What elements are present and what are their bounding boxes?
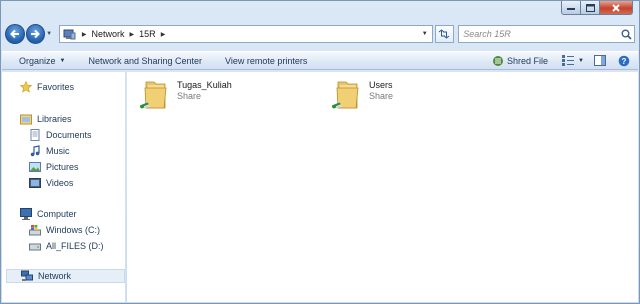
- organize-menu[interactable]: Organize ▼: [2, 56, 74, 66]
- navigation-pane: Favorites Libraries Documents Music Pict…: [2, 72, 126, 302]
- item-name: Tugas_Kuliah: [177, 80, 232, 90]
- breadcrumb-separator[interactable]: ▶: [130, 31, 135, 38]
- documents-icon: [29, 129, 41, 141]
- explorer-window: ▼ ▶ Network ▶ 15R ▶ ▼ Search 15R Organiz…: [0, 0, 640, 304]
- maximize-button[interactable]: [581, 1, 600, 15]
- item-text: Tugas_Kuliah Share: [177, 80, 232, 102]
- item-text: Users Share: [369, 80, 393, 102]
- pictures-icon: [29, 161, 41, 173]
- back-arrow-icon: [9, 29, 19, 39]
- hard-drive-icon: [29, 240, 41, 252]
- help-icon: ?: [618, 55, 630, 66]
- music-icon: [29, 145, 41, 157]
- refresh-icon: [439, 29, 450, 39]
- shred-label: Shred File: [507, 55, 549, 66]
- search-input[interactable]: Search 15R: [458, 25, 635, 43]
- change-view-button[interactable]: ▼: [556, 55, 590, 66]
- address-dropdown[interactable]: ▼: [418, 26, 432, 42]
- address-bar[interactable]: ▶ Network ▶ 15R ▶ ▼: [58, 25, 433, 43]
- command-bar: Organize ▼ Network and Sharing Center Vi…: [2, 51, 638, 70]
- sidebar-item-label: Documents: [46, 130, 92, 140]
- view-options-icon: [562, 55, 575, 66]
- network-sharing-center-button[interactable]: Network and Sharing Center: [74, 56, 211, 66]
- sharing-center-label: Network and Sharing Center: [88, 55, 203, 66]
- refresh-button[interactable]: [434, 25, 455, 43]
- item-type: Share: [369, 91, 394, 101]
- forward-arrow-icon: [31, 29, 41, 39]
- shared-folder-icon: [331, 81, 359, 109]
- item-name: Users: [369, 80, 393, 90]
- list-item[interactable]: Tugas_Kuliah Share: [137, 78, 232, 112]
- sidebar-item-label: Computer: [37, 209, 77, 219]
- sidebar-item-label: All_FILES (D:): [46, 241, 104, 251]
- navigation-bar: ▼ ▶ Network ▶ 15R ▶ ▼ Search 15R: [5, 21, 635, 47]
- close-icon: [612, 3, 620, 12]
- back-button[interactable]: [5, 24, 25, 44]
- breadcrumb-network[interactable]: Network: [92, 29, 125, 39]
- library-icon: [20, 113, 32, 125]
- chevron-down-icon: ▼: [578, 57, 584, 64]
- chevron-down-icon: ▼: [59, 57, 66, 64]
- sidebar-item-label: Favorites: [37, 82, 75, 92]
- item-type: Share: [177, 91, 202, 101]
- breadcrumb-15r[interactable]: 15R: [139, 29, 156, 39]
- recent-pages-dropdown[interactable]: ▼: [46, 31, 55, 37]
- sidebar-item-drive-d[interactable]: All_FILES (D:): [29, 240, 104, 252]
- sidebar-item-music[interactable]: Music: [29, 145, 70, 157]
- sidebar-item-libraries[interactable]: Libraries: [20, 113, 72, 125]
- maximize-icon: [585, 3, 595, 12]
- sidebar-item-network[interactable]: Network: [6, 269, 125, 283]
- star-icon: [20, 81, 32, 93]
- sidebar-item-documents[interactable]: Documents: [29, 129, 92, 141]
- shared-folder-icon: [139, 81, 167, 109]
- list-item[interactable]: Users Share: [329, 78, 393, 112]
- sidebar-item-label: Videos: [46, 178, 74, 188]
- shred-icon: [493, 55, 504, 66]
- sidebar-item-label: Libraries: [37, 114, 72, 124]
- preview-pane-button[interactable]: [590, 53, 610, 68]
- breadcrumb-separator[interactable]: ▶: [82, 31, 87, 38]
- breadcrumb-separator[interactable]: ▶: [161, 31, 166, 38]
- videos-icon: [29, 177, 41, 189]
- search-icon[interactable]: [618, 26, 634, 42]
- view-remote-printers-button[interactable]: View remote printers: [211, 56, 316, 66]
- svg-text:?: ?: [622, 57, 627, 66]
- preview-pane-icon: [594, 55, 606, 66]
- sidebar-item-videos[interactable]: Videos: [29, 177, 73, 189]
- organize-label: Organize: [19, 55, 56, 66]
- file-list: Tugas_Kuliah Share Users Share: [127, 72, 638, 302]
- forward-button[interactable]: [25, 24, 46, 44]
- computer-icon: [20, 208, 32, 220]
- command-bar-right: Shred File ▼ ?: [484, 53, 638, 68]
- view-printers-label: View remote printers: [225, 55, 308, 66]
- sidebar-item-computer[interactable]: Computer: [20, 208, 77, 220]
- help-button[interactable]: ?: [614, 53, 634, 68]
- close-button[interactable]: [600, 1, 633, 15]
- search-placeholder: Search 15R: [463, 29, 511, 39]
- sidebar-item-favorites[interactable]: Favorites: [20, 81, 74, 93]
- shred-file-button[interactable]: Shred File: [484, 55, 556, 67]
- sidebar-item-drive-c[interactable]: Windows (C:): [29, 224, 100, 236]
- minimize-icon: [567, 7, 575, 10]
- sidebar-item-label: Windows (C:): [46, 225, 101, 235]
- minimize-button[interactable]: [561, 1, 581, 15]
- windows-drive-icon: [29, 224, 41, 236]
- sidebar-item-pictures[interactable]: Pictures: [29, 161, 79, 173]
- sidebar-item-label: Pictures: [46, 162, 79, 172]
- computer-network-icon: [63, 28, 77, 40]
- sidebar-item-label: Network: [38, 271, 72, 281]
- sidebar-item-label: Music: [46, 146, 70, 156]
- caption-buttons: [561, 1, 633, 16]
- network-icon: [21, 270, 33, 282]
